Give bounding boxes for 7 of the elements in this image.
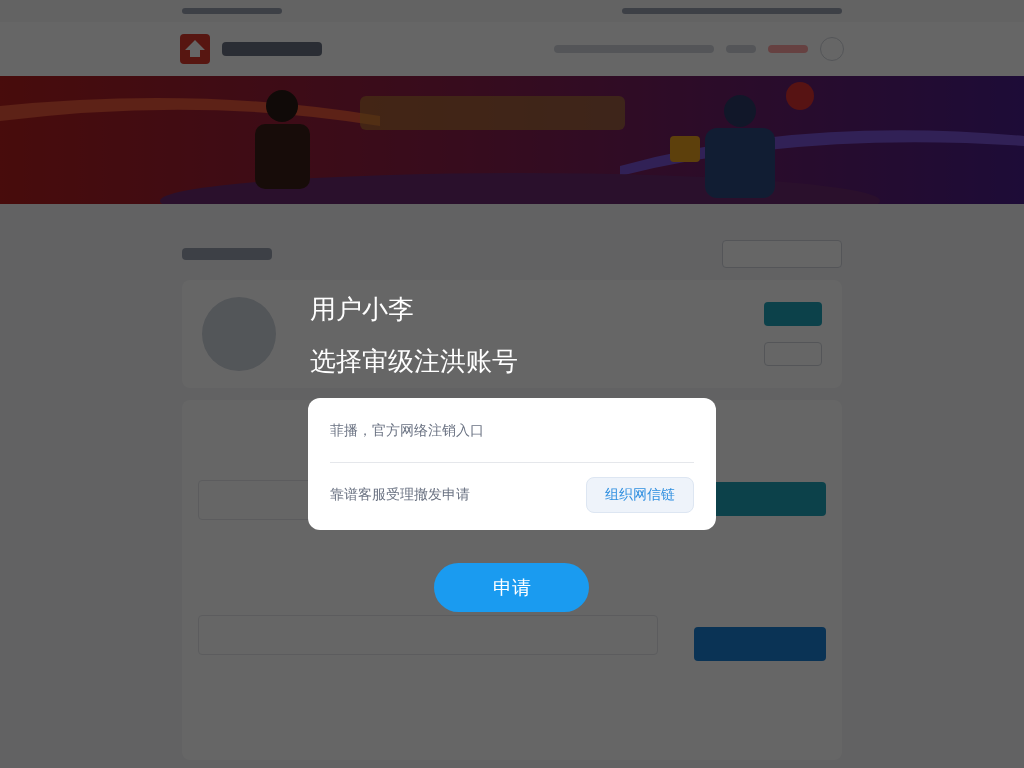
dialog-text: 靠谱客服受理撤发申请 bbox=[330, 485, 470, 504]
overlay-title: 用户小李 bbox=[310, 293, 415, 326]
dialog-text: 菲播，官方网络注销入口 bbox=[330, 420, 484, 440]
overlay-subtitle: 选择审级注洪账号 bbox=[310, 345, 518, 378]
logo-icon bbox=[180, 34, 210, 64]
apply-button[interactable]: 申请 bbox=[434, 563, 589, 612]
dialog-button[interactable]: 组织网信链 bbox=[586, 476, 694, 513]
